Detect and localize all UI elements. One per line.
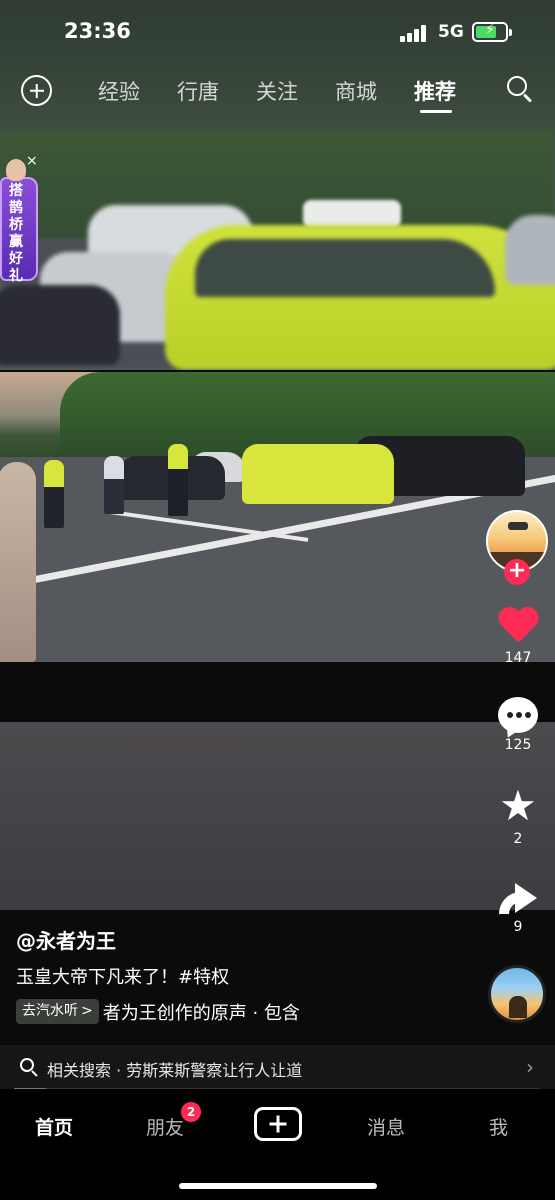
comment-button[interactable]: 125: [484, 697, 552, 753]
promo-badge[interactable]: × 搭鹊桥赢好礼: [0, 153, 40, 285]
tab-following[interactable]: 关注: [256, 76, 335, 106]
friends-badge: 2: [181, 1102, 201, 1122]
star-icon: ★: [499, 781, 537, 830]
taxi-roof-sign: [303, 200, 401, 228]
video-player[interactable]: [0, 0, 555, 1045]
related-search-label: 相关搜索 · 劳斯莱斯警察让行人让道: [47, 1061, 303, 1080]
heart-icon: [497, 608, 539, 646]
mascot-icon: [6, 159, 26, 181]
home-indicator: [179, 1183, 377, 1189]
tab-friends[interactable]: 朋友: [146, 1113, 184, 1140]
traffic-officer: [168, 444, 188, 516]
traffic-officer: [44, 460, 64, 528]
share-icon: [497, 881, 539, 915]
author-name[interactable]: @永者为王: [16, 925, 116, 954]
chevron-right-icon: ›: [526, 1055, 534, 1079]
search-icon: [20, 1058, 38, 1077]
search-icon[interactable]: [507, 76, 533, 103]
feed-tabs: 经验 行唐 关注 商城 推荐: [98, 76, 493, 113]
favorite-button[interactable]: ★ 2: [484, 781, 552, 848]
tab-mall[interactable]: 商城: [335, 76, 414, 106]
video-description: 玉皇大帝下凡来了！#特权: [16, 967, 230, 988]
tab-xingtang[interactable]: 行唐: [177, 76, 256, 106]
like-count: 147: [504, 650, 532, 666]
close-icon[interactable]: ×: [26, 153, 38, 169]
music-disc[interactable]: [488, 965, 546, 1023]
drone-icon: [508, 522, 528, 530]
status-time: 23:36: [64, 19, 131, 43]
comment-count: 125: [504, 737, 532, 753]
network-type: 5G: [438, 22, 464, 42]
signal-icon: [400, 25, 428, 42]
tab-me[interactable]: 我: [489, 1113, 508, 1140]
status-bar: 23:36 5G ⚡: [0, 0, 555, 66]
yellow-taxi: [165, 225, 555, 370]
woman-in-dress: [0, 462, 36, 662]
follow-button[interactable]: +: [504, 559, 530, 585]
chevron-right-icon: >: [81, 1003, 93, 1019]
add-circle-icon[interactable]: [21, 75, 52, 106]
share-count: 9: [513, 919, 523, 935]
top-nav: 经验 行唐 关注 商城 推荐: [0, 66, 555, 120]
yellow-taxi: [242, 444, 394, 504]
favorite-count: 2: [513, 831, 523, 847]
video-clip-pavement: [0, 722, 555, 910]
bottom-tab-bar: 首页 朋友 2 消息 我: [0, 1089, 555, 1200]
dark-car: [0, 285, 120, 365]
tab-home[interactable]: 首页: [35, 1113, 73, 1140]
battery-icon: ⚡: [472, 22, 512, 42]
promo-text: 搭鹊桥赢好礼: [9, 183, 23, 284]
share-button[interactable]: 9: [484, 881, 552, 935]
comment-icon: [498, 697, 538, 733]
music-title[interactable]: 者为王创作的原声 · 包含: [103, 999, 333, 1025]
create-button[interactable]: [254, 1107, 302, 1141]
charging-bolt-icon: ⚡: [485, 22, 495, 38]
listen-in-qishui-button[interactable]: 去汽水听 >: [16, 999, 99, 1024]
tab-recommended[interactable]: 推荐: [414, 76, 493, 113]
like-button[interactable]: 147: [484, 608, 552, 666]
grey-car: [505, 215, 555, 285]
tab-jingyan[interactable]: 经验: [98, 76, 177, 106]
related-search-bar[interactable]: 相关搜索 · 劳斯莱斯警察让行人让道 ›: [0, 1045, 555, 1090]
music-row: 去汽水听 > 者为王创作的原声 · 包含: [16, 998, 333, 1025]
pedestrian: [104, 456, 124, 514]
tab-messages[interactable]: 消息: [367, 1113, 405, 1140]
video-clip-intersection: [0, 372, 555, 662]
